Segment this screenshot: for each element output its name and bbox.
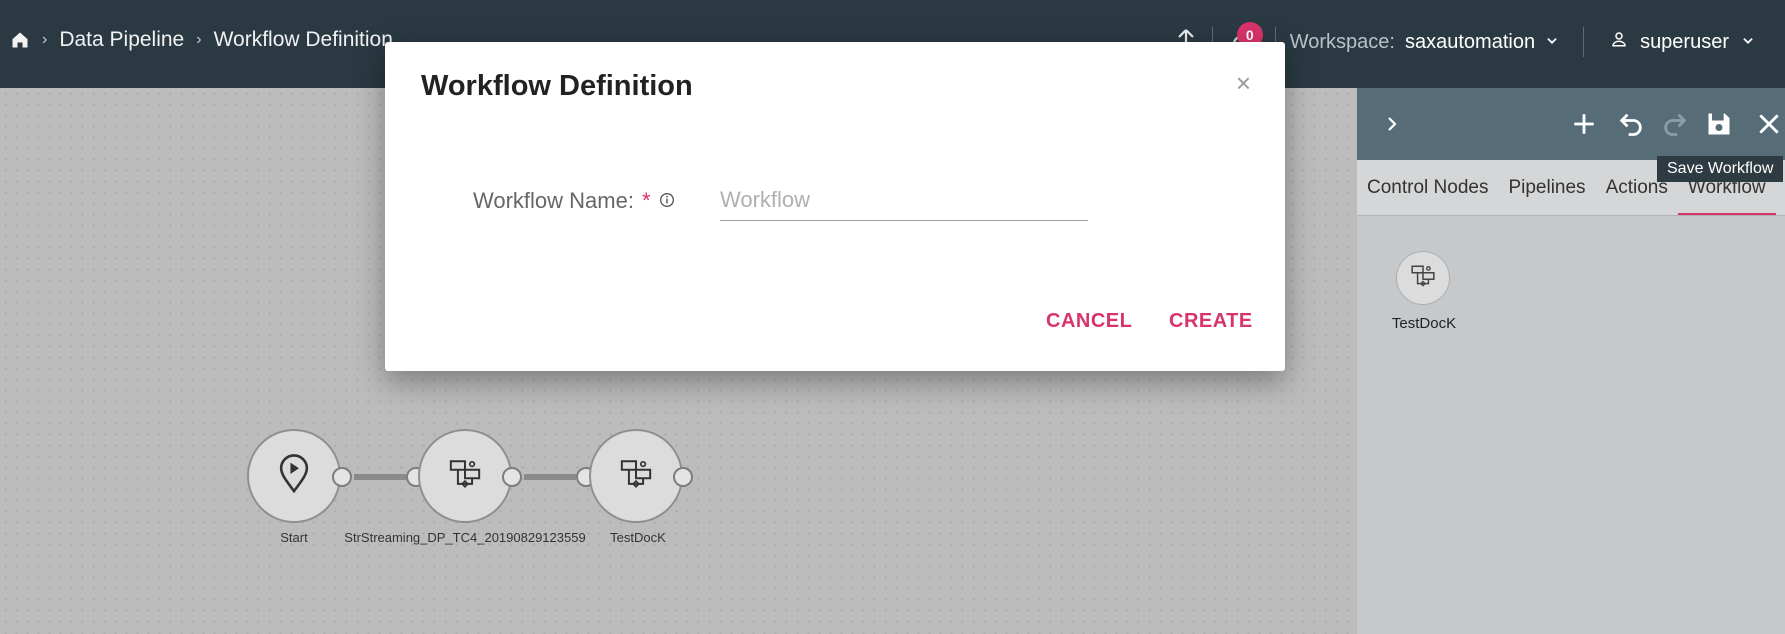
workspace-selector[interactable]: saxautomation (1405, 31, 1535, 54)
output-port[interactable] (673, 467, 693, 487)
workspace-label: Workspace: (1289, 30, 1395, 53)
connection-link[interactable] (524, 474, 576, 480)
breadcrumb-item-current: Workflow Definition (213, 28, 393, 51)
tab-pipelines[interactable]: Pipelines (1498, 160, 1595, 215)
canvas-node-testdock[interactable] (589, 429, 683, 523)
breadcrumb-item-data-pipeline[interactable]: Data Pipeline (59, 28, 184, 52)
chevron-right-icon: › (196, 31, 202, 48)
home-icon[interactable] (10, 30, 30, 50)
create-button[interactable]: CREATE (1169, 310, 1253, 333)
user-icon (1610, 30, 1628, 54)
chevron-down-icon[interactable] (1545, 31, 1559, 54)
workflow-name-label: Workflow Name: * (473, 188, 675, 214)
node-label: StrStreaming_DP_TC4_20190829123559 (344, 530, 586, 545)
connection-link[interactable] (354, 474, 406, 480)
cancel-button[interactable]: CANCEL (1046, 310, 1132, 333)
output-port[interactable] (332, 467, 352, 487)
field-label-text: Workflow Name: (473, 188, 634, 213)
redo-icon[interactable] (1659, 108, 1691, 140)
chevron-down-icon[interactable] (1741, 31, 1755, 54)
user-menu[interactable]: superuser (1610, 30, 1755, 54)
close-icon[interactable]: × (1236, 68, 1251, 99)
canvas-node-start[interactable] (247, 429, 341, 523)
panel-toolbar (1357, 88, 1785, 160)
node-label: TestDocK (610, 530, 666, 545)
save-icon[interactable] (1703, 108, 1735, 140)
node-label: Start (280, 530, 308, 545)
undo-icon[interactable] (1615, 108, 1647, 140)
workflow-name-input[interactable] (720, 179, 1088, 221)
required-indicator: * (641, 188, 651, 213)
save-workflow-tooltip: Save Workflow (1657, 156, 1784, 182)
workflow-definition-dialog: Workflow Definition × Workflow Name: * C… (385, 42, 1285, 371)
breadcrumb: › Data Pipeline › Workflow Definition (10, 28, 393, 52)
workflow-icon (448, 457, 482, 496)
tab-control-nodes[interactable]: Control Nodes (1357, 160, 1498, 215)
chevron-right-icon[interactable] (1376, 108, 1408, 140)
add-icon[interactable] (1568, 108, 1600, 140)
palette-item-testdock[interactable] (1396, 251, 1450, 305)
canvas-node-pipeline[interactable] (418, 429, 512, 523)
dialog-title: Workflow Definition (421, 70, 693, 102)
output-port[interactable] (502, 467, 522, 487)
info-icon[interactable] (659, 188, 675, 214)
play-pin-icon (276, 453, 312, 499)
workflow-icon (1410, 263, 1436, 294)
user-name: superuser (1640, 30, 1729, 53)
workflow-icon (619, 457, 653, 496)
divider (1583, 27, 1585, 57)
palette-item-label: TestDocK (1391, 315, 1457, 332)
close-icon[interactable] (1753, 108, 1785, 140)
chevron-right-icon: › (42, 31, 48, 48)
